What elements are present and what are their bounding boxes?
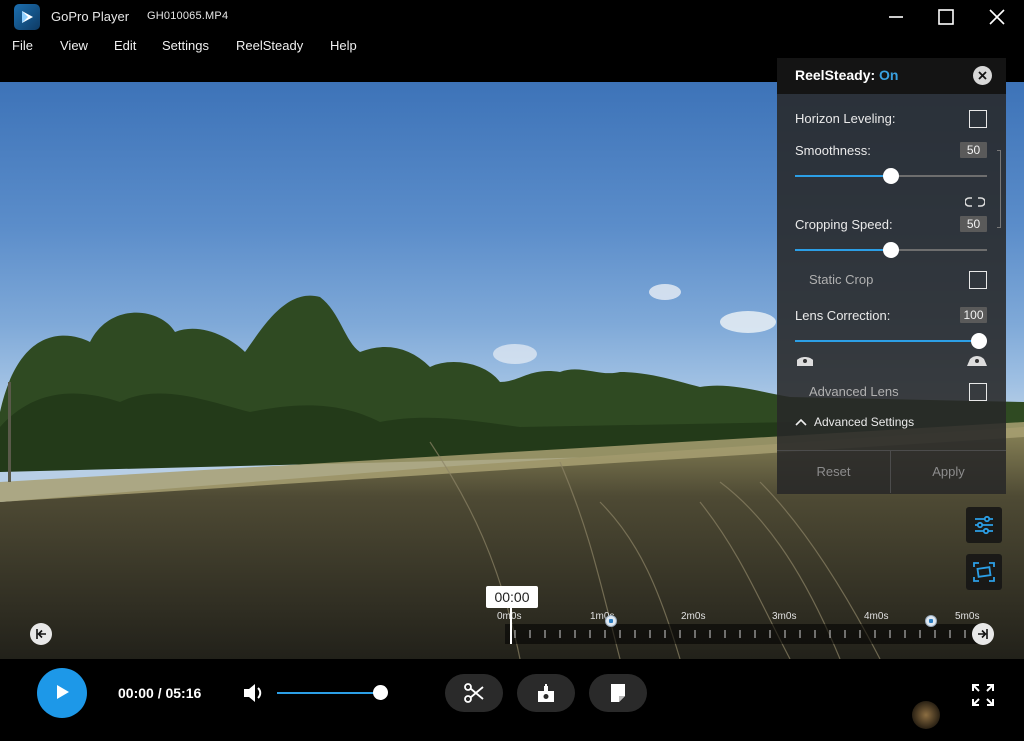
sliders-icon <box>975 515 993 535</box>
close-circle-icon <box>978 71 987 80</box>
tick-label-4: 4m0s <box>864 611 889 622</box>
close-button[interactable] <box>974 0 1020 34</box>
advanced-lens-checkbox[interactable] <box>969 383 987 401</box>
menu-edit[interactable]: Edit <box>114 38 136 53</box>
static-crop-checkbox[interactable] <box>969 271 987 289</box>
reelsteady-state[interactable]: On <box>879 67 898 83</box>
lens-correction-value[interactable]: 100 <box>960 307 987 323</box>
frame-grab-icon <box>538 684 554 702</box>
playhead-time-badge: 00:00 <box>486 586 538 608</box>
lens-wide-icon <box>967 356 987 366</box>
static-crop-label: Static Crop <box>809 272 874 287</box>
app-title: GoPro Player <box>51 9 130 24</box>
frame-button[interactable] <box>966 554 1002 590</box>
skip-to-end-button[interactable] <box>972 623 994 645</box>
lens-correction-slider[interactable] <box>795 333 987 349</box>
playback-controls: 00:00 / 05:16 <box>0 659 1024 741</box>
smoothness-slider[interactable] <box>795 168 987 184</box>
watermark <box>912 701 940 729</box>
link-icon[interactable] <box>965 196 985 208</box>
advanced-settings-label: Advanced Settings <box>814 415 915 429</box>
menu-settings[interactable]: Settings <box>162 38 209 53</box>
frame-grab-button[interactable] <box>517 674 575 712</box>
reset-button[interactable]: Reset <box>777 451 890 493</box>
chevron-up-icon <box>795 418 807 426</box>
smoothness-value[interactable]: 50 <box>960 142 987 158</box>
export-icon <box>611 684 625 702</box>
timeline-ticks <box>514 630 966 638</box>
timeline-marker[interactable] <box>605 615 617 627</box>
gopro-play-logo-icon <box>14 4 40 30</box>
menu-file[interactable]: File <box>12 38 33 53</box>
lens-correction-slider-thumb[interactable] <box>971 333 987 349</box>
skip-to-end-icon <box>978 629 988 639</box>
smoothness-label: Smoothness: <box>795 143 871 158</box>
cropping-speed-label: Cropping Speed: <box>795 217 893 232</box>
reelsteady-panel-header: ReelSteady: On <box>777 58 1006 94</box>
cropping-speed-slider-thumb[interactable] <box>883 242 899 258</box>
menu-help[interactable]: Help <box>330 38 357 53</box>
timecode: 00:00 / 05:16 <box>118 685 202 701</box>
horizon-leveling-checkbox[interactable] <box>969 110 987 128</box>
minimize-button[interactable] <box>873 0 919 34</box>
apply-button[interactable]: Apply <box>891 451 1006 493</box>
cropping-speed-value[interactable]: 50 <box>960 216 987 232</box>
tick-label-2: 2m0s <box>681 611 706 622</box>
volume-icon[interactable] <box>242 681 268 705</box>
frame-crop-icon <box>973 562 995 582</box>
lens-correction-label: Lens Correction: <box>795 308 891 323</box>
smoothness-slider-thumb[interactable] <box>883 168 899 184</box>
timeline-marker[interactable] <box>925 615 937 627</box>
menu-view[interactable]: View <box>60 38 88 53</box>
minimize-icon <box>889 16 903 18</box>
fullscreen-icon[interactable] <box>971 683 995 707</box>
volume-slider-thumb[interactable] <box>373 685 388 700</box>
title-bar: GoPro Player GH010065.MP4 <box>0 0 1024 34</box>
maximize-icon <box>938 9 954 25</box>
tick-label-5: 5m0s <box>955 611 980 622</box>
playhead[interactable] <box>510 608 512 644</box>
adjust-button[interactable] <box>966 507 1002 543</box>
panel-close-button[interactable] <box>973 66 992 85</box>
scissors-icon <box>464 683 484 703</box>
timeline-track[interactable] <box>505 624 985 644</box>
trim-button[interactable] <box>445 674 503 712</box>
lens-narrow-icon <box>797 357 813 366</box>
skip-to-start-button[interactable] <box>30 623 52 645</box>
maximize-button[interactable] <box>923 0 969 34</box>
link-bracket <box>997 150 1001 228</box>
reelsteady-panel: Horizon Leveling: Smoothness: 50 Croppin… <box>777 94 1006 494</box>
close-icon <box>989 9 1005 25</box>
skip-to-start-icon <box>36 629 46 639</box>
advanced-lens-label: Advanced Lens <box>809 384 899 399</box>
file-name: GH010065.MP4 <box>147 10 229 22</box>
export-button[interactable] <box>589 674 647 712</box>
tick-label-3: 3m0s <box>772 611 797 622</box>
volume-slider[interactable] <box>277 692 381 694</box>
play-icon <box>57 685 69 699</box>
horizon-leveling-label: Horizon Leveling: <box>795 111 896 126</box>
reelsteady-title: ReelSteady: On <box>795 67 899 83</box>
play-button[interactable] <box>37 668 87 718</box>
cropping-speed-slider[interactable] <box>795 242 987 258</box>
menu-reelsteady[interactable]: ReelSteady <box>236 38 303 53</box>
